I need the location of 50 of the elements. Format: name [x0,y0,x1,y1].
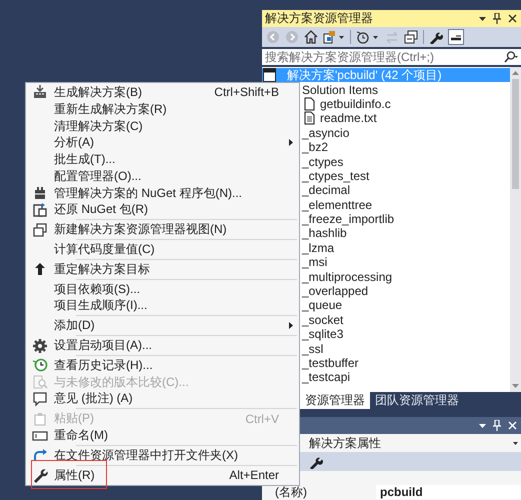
history-icon[interactable] [356,30,380,44]
scroll-up-icon[interactable] [512,71,519,75]
clock-icon [32,357,48,374]
pin-icon[interactable] [493,13,501,24]
shortcut-text: Ctrl+Shift+B [214,85,280,100]
menu-item[interactable]: 重定解决方案目标 [26,260,299,278]
panel-title: 解决方案资源管理器 [265,10,374,27]
wrench-icon[interactable] [309,454,323,468]
shortcut-text: Ctrl+V [245,412,280,426]
menu-item[interactable]: 添加(D) [26,317,299,334]
preview-toggle[interactable] [448,29,464,45]
file-icon [304,96,317,111]
menu-item[interactable]: 管理解决方案的 NuGet 程序包(N)... [26,184,299,202]
menu-item[interactable]: 批生成(T)... [26,151,299,168]
menu-item[interactable]: 新建解决方案资源管理器视图(N) [26,221,299,238]
search-field[interactable]: 搜索解决方案资源管理器(Ctrl+;) [262,49,521,65]
close-icon[interactable] [508,14,517,23]
scroll-down-icon[interactable] [512,384,519,388]
menu-item[interactable]: 属性(R) Alt+Enter [26,466,299,484]
menu-item[interactable]: 设置启动项目(A)... [26,337,299,354]
tab[interactable]: 团队资源管理器 [370,392,464,409]
home-icon[interactable] [304,30,318,44]
windows-icon [32,222,48,238]
property-value: pcbuild [376,485,521,499]
menu-item[interactable]: 还原 NuGet 包(R) [26,202,299,218]
dropdown-icon [513,442,518,444]
menu-item[interactable]: 项目生成顺序(I)... [26,298,299,314]
clipboard-icon [32,410,48,427]
wrench-icon [32,467,48,484]
scroll-thumb[interactable] [512,79,519,189]
menu-item[interactable]: 配置管理器(O)... [26,168,299,185]
menu-item[interactable]: 查看历史记录(H)... [26,356,299,374]
package-icon [32,185,48,202]
magnifier-icon [32,374,48,390]
menu-item[interactable]: 分析(A) [26,134,299,152]
scrollbar[interactable] [510,67,521,392]
speech-bubble-icon [32,390,48,407]
menu-item[interactable]: 计算代码度量值(C) [26,241,299,258]
menu-item[interactable]: 意见 (批注) (A) [26,390,299,408]
tab[interactable]: 资源管理器 [300,392,370,409]
shortcut-text: Alt+Enter [229,468,280,482]
restore-icon [32,202,48,218]
search-icon[interactable] [502,51,518,63]
dropdown-icon[interactable] [479,16,486,20]
text-file-icon [304,111,317,126]
dropdown-icon[interactable] [479,424,486,428]
property-name: (名称) [274,484,308,500]
gear-icon [32,338,48,354]
wrench-icon[interactable] [429,30,443,44]
menu-item[interactable]: 项目依赖项(S)... [26,280,299,298]
